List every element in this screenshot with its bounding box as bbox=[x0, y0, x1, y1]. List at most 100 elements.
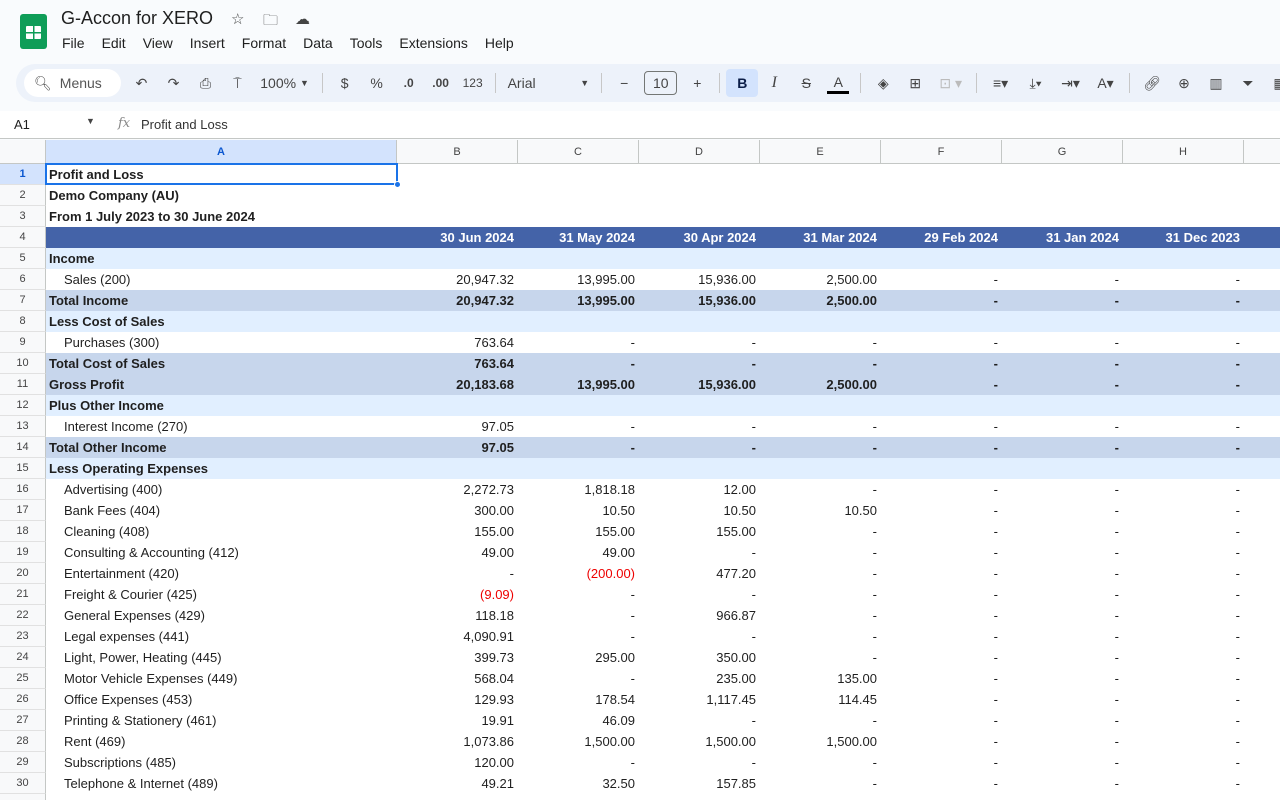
cell-value[interactable]: - bbox=[760, 479, 881, 500]
cell-label[interactable]: Rent (469) bbox=[46, 731, 397, 752]
font-select[interactable]: Arial ▼ bbox=[502, 69, 596, 97]
cell-value[interactable]: - bbox=[1002, 416, 1123, 437]
cell-value[interactable]: - bbox=[1123, 374, 1244, 395]
cell-value[interactable]: 97.05 bbox=[397, 416, 518, 437]
star-icon[interactable]: ☆ bbox=[231, 10, 244, 28]
cell-value[interactable]: - bbox=[639, 437, 760, 458]
cell-value[interactable]: - bbox=[518, 332, 639, 353]
cell-value[interactable]: - bbox=[1244, 500, 1280, 521]
cell-value[interactable]: - bbox=[1244, 710, 1280, 731]
cell-value[interactable]: - bbox=[1244, 668, 1280, 689]
cell-value[interactable]: - bbox=[1002, 290, 1123, 311]
text-wrapping-icon[interactable]: ⇥▾ bbox=[1053, 69, 1088, 97]
row-header[interactable]: 1 bbox=[0, 164, 46, 185]
cell-value[interactable]: 13,995.00 bbox=[518, 269, 639, 290]
cell-value[interactable]: (200.00) bbox=[518, 563, 639, 584]
cell-label[interactable]: Profit and Loss bbox=[46, 164, 397, 185]
menu-extensions[interactable]: Extensions bbox=[399, 35, 467, 51]
cell-label[interactable]: Printing & Stationery (461) bbox=[46, 710, 397, 731]
cell-value[interactable]: 20,947.32 bbox=[397, 269, 518, 290]
row-header[interactable]: 7 bbox=[0, 290, 46, 311]
cell-value[interactable]: - bbox=[1123, 773, 1244, 794]
cell-value[interactable]: - bbox=[760, 584, 881, 605]
cell-value[interactable]: 15,936.00 bbox=[639, 290, 760, 311]
cell-value[interactable]: - bbox=[639, 710, 760, 731]
cell-value[interactable]: 1,500.00 bbox=[518, 731, 639, 752]
row-header[interactable]: 17 bbox=[0, 500, 46, 521]
cell-value[interactable]: - bbox=[518, 626, 639, 647]
cell-value[interactable]: - bbox=[518, 437, 639, 458]
cell-value[interactable]: - bbox=[639, 542, 760, 563]
cell-value[interactable]: - bbox=[1002, 689, 1123, 710]
horizontal-align-icon[interactable]: ≡▾ bbox=[983, 69, 1018, 97]
period-header[interactable]: 30 bbox=[1244, 227, 1280, 248]
cell-value[interactable]: 1,073.86 bbox=[397, 731, 518, 752]
cell-value[interactable]: - bbox=[1244, 731, 1280, 752]
cell-label[interactable]: Bank Fees (404) bbox=[46, 500, 397, 521]
cell-value[interactable]: 19.91 bbox=[397, 710, 518, 731]
cell-value[interactable]: 46.09 bbox=[518, 710, 639, 731]
cell-value[interactable]: 1,818.18 bbox=[518, 479, 639, 500]
cell-label[interactable]: Total Cost of Sales bbox=[46, 353, 397, 374]
column-header-d[interactable]: D bbox=[639, 140, 760, 164]
strikethrough-icon[interactable]: S bbox=[790, 69, 822, 97]
cell-value[interactable]: - bbox=[1244, 374, 1280, 395]
cell-value[interactable]: - bbox=[518, 668, 639, 689]
cell-value[interactable]: 12.00 bbox=[639, 479, 760, 500]
cell-value[interactable]: 120.00 bbox=[397, 752, 518, 773]
cell-value[interactable]: - bbox=[1123, 542, 1244, 563]
increase-font-size-button[interactable]: + bbox=[681, 69, 713, 97]
cell-value[interactable]: - bbox=[1123, 437, 1244, 458]
cell-value[interactable]: - bbox=[1123, 731, 1244, 752]
cell-value[interactable]: - bbox=[881, 752, 1002, 773]
cell-value[interactable]: - bbox=[1002, 605, 1123, 626]
decrease-decimal-button[interactable]: .0 bbox=[393, 69, 425, 97]
cell-value[interactable]: - bbox=[881, 416, 1002, 437]
cell-label[interactable]: Total Income bbox=[46, 290, 397, 311]
spreadsheet-grid[interactable]: ABCDEFGH 1 Profit and Loss 2 Demo Company (… bbox=[0, 140, 1280, 800]
row-header[interactable]: 19 bbox=[0, 542, 46, 563]
cell-value[interactable]: - bbox=[1002, 752, 1123, 773]
cell-value[interactable]: - bbox=[1244, 752, 1280, 773]
row-header[interactable]: 9 bbox=[0, 332, 46, 353]
more-formats-button[interactable]: 123 bbox=[457, 69, 489, 97]
cell-value[interactable]: - bbox=[881, 584, 1002, 605]
cell-value[interactable]: - bbox=[1123, 479, 1244, 500]
cell-value[interactable]: - bbox=[639, 626, 760, 647]
cell-value[interactable]: - bbox=[1244, 563, 1280, 584]
cell-value[interactable]: - bbox=[760, 521, 881, 542]
cell-value[interactable]: 4,090.91 bbox=[397, 626, 518, 647]
cloud-saved-icon[interactable]: ☁ bbox=[295, 10, 310, 28]
cell-value[interactable]: - bbox=[1002, 626, 1123, 647]
cell-value[interactable]: - bbox=[1244, 647, 1280, 668]
cell-value[interactable]: - bbox=[1244, 584, 1280, 605]
cell-label[interactable] bbox=[46, 227, 397, 248]
cell-value[interactable]: 477.20 bbox=[639, 563, 760, 584]
cell-value[interactable]: 13,995.00 bbox=[518, 290, 639, 311]
cell-value[interactable]: 114.45 bbox=[760, 689, 881, 710]
merge-cells-icon[interactable]: ⊡ ▾ bbox=[931, 69, 970, 97]
column-header-a[interactable]: A bbox=[46, 140, 397, 164]
cell-value[interactable]: - bbox=[881, 668, 1002, 689]
column-header-g[interactable]: G bbox=[1002, 140, 1123, 164]
cell-value[interactable]: 966.87 bbox=[639, 605, 760, 626]
text-rotation-icon[interactable]: A▾ bbox=[1088, 69, 1123, 97]
cell-value[interactable]: - bbox=[760, 626, 881, 647]
cell-value[interactable]: 20,183.68 bbox=[397, 374, 518, 395]
menu-insert[interactable]: Insert bbox=[190, 35, 225, 51]
cell-value[interactable]: - bbox=[1123, 269, 1244, 290]
period-header[interactable]: 31 Jan 2024 bbox=[1002, 227, 1123, 248]
column-header-c[interactable]: C bbox=[518, 140, 639, 164]
cell-value[interactable]: - bbox=[1002, 353, 1123, 374]
cell-value[interactable]: 1,500.00 bbox=[639, 731, 760, 752]
cell-value[interactable]: - bbox=[1123, 626, 1244, 647]
row-header[interactable]: 5 bbox=[0, 248, 46, 269]
fill-handle[interactable] bbox=[394, 181, 401, 188]
cell-value[interactable]: - bbox=[639, 332, 760, 353]
row-header[interactable] bbox=[0, 794, 46, 800]
text-color-icon[interactable]: A bbox=[827, 72, 850, 94]
paint-format-icon[interactable]: ⍑ bbox=[221, 69, 253, 97]
cell-value[interactable]: - bbox=[1002, 773, 1123, 794]
cell-value[interactable]: 49.21 bbox=[397, 773, 518, 794]
cell-value[interactable]: - bbox=[639, 752, 760, 773]
